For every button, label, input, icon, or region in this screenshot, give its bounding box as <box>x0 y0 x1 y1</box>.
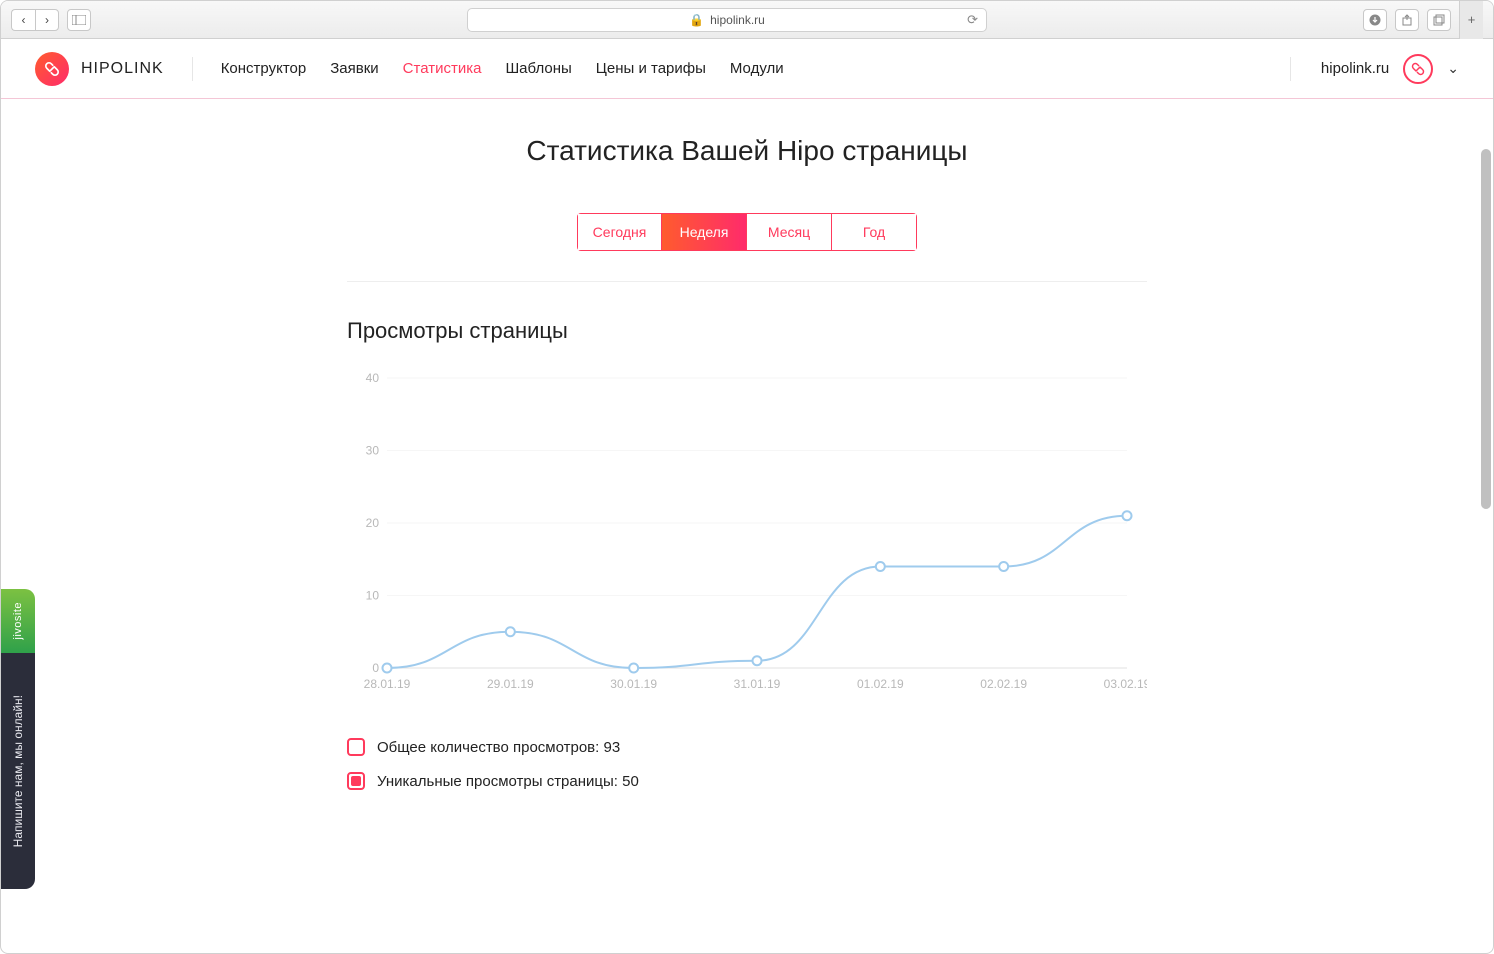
browser-sidebar-button[interactable] <box>67 9 91 31</box>
period-tabs: Сегодня Неделя Месяц Год <box>577 213 917 251</box>
content-area: Статистика Вашей Hipo страницы Сегодня Н… <box>1 99 1493 953</box>
checkbox-filled-icon[interactable] <box>347 772 365 790</box>
views-chart: 0 10 20 30 40 28.01.19 29.01.19 30.01.19 31.01.1… <box>347 368 1147 698</box>
chart-legend: Общее количество просмотров: 93 Уникальн… <box>347 738 1147 790</box>
legend-unique-value: 50 <box>622 773 639 790</box>
page-title: Статистика Вашей Hipo страницы <box>526 135 967 167</box>
jivosite-widget[interactable]: jivosite Напишите нам, мы онлайн! <box>1 589 35 889</box>
legend-unique-label: Уникальные просмотры страницы: <box>377 773 618 790</box>
checkbox-empty-icon[interactable] <box>347 738 365 756</box>
link-icon[interactable] <box>1403 54 1433 84</box>
divider <box>192 57 193 81</box>
reload-icon[interactable]: ⟳ <box>967 12 978 28</box>
lock-icon: 🔒 <box>689 13 704 27</box>
chart-title: Просмотры страницы <box>347 318 1147 344</box>
divider <box>1290 57 1291 81</box>
svg-text:01.02.19: 01.02.19 <box>857 677 904 691</box>
jivosite-brand: jivosite <box>12 602 24 640</box>
jivosite-text: Напишите нам, мы онлайн! <box>11 695 25 847</box>
svg-text:29.01.19: 29.01.19 <box>487 677 534 691</box>
svg-text:31.01.19: 31.01.19 <box>734 677 781 691</box>
browser-url: hipolink.ru <box>710 13 765 27</box>
legend-total-views[interactable]: Общее количество просмотров: 93 <box>347 738 1147 756</box>
browser-download-button[interactable] <box>1363 9 1387 31</box>
svg-text:10: 10 <box>366 589 380 603</box>
nav-statistics[interactable]: Статистика <box>403 60 482 77</box>
period-tab-today[interactable]: Сегодня <box>577 213 662 251</box>
chevron-down-icon[interactable]: ⌄ <box>1447 60 1459 77</box>
site-header: HIPOLINK Конструктор Заявки Статистика Ш… <box>1 39 1493 99</box>
svg-text:03.02.19: 03.02.19 <box>1104 677 1147 691</box>
browser-back-button[interactable]: ‹ <box>11 9 35 31</box>
period-tab-year[interactable]: Год <box>832 213 917 251</box>
nav-constructor[interactable]: Конструктор <box>221 60 307 77</box>
nav-pricing[interactable]: Цены и тарифы <box>596 60 706 77</box>
legend-total-value: 93 <box>604 739 621 756</box>
browser-tabs-button[interactable] <box>1427 9 1451 31</box>
browser-new-tab-button[interactable]: + <box>1459 1 1483 39</box>
browser-share-button[interactable] <box>1395 9 1419 31</box>
legend-unique-views[interactable]: Уникальные просмотры страницы: 50 <box>347 772 1147 790</box>
scrollbar[interactable] <box>1481 149 1491 509</box>
user-domain[interactable]: hipolink.ru <box>1321 60 1389 77</box>
browser-forward-button[interactable]: › <box>35 9 59 31</box>
nav-requests[interactable]: Заявки <box>330 60 378 77</box>
period-tab-week[interactable]: Неделя <box>662 213 747 251</box>
legend-total-label: Общее количество просмотров: <box>377 739 599 756</box>
browser-toolbar: ‹ › 🔒 hipolink.ru ⟳ + <box>1 1 1493 39</box>
logo-icon[interactable] <box>35 52 69 86</box>
svg-text:0: 0 <box>372 661 379 675</box>
svg-text:20: 20 <box>366 516 380 530</box>
main-nav: Конструктор Заявки Статистика Шаблоны Це… <box>221 60 784 77</box>
svg-text:40: 40 <box>366 371 380 385</box>
svg-text:28.01.19: 28.01.19 <box>364 677 411 691</box>
period-tab-month[interactable]: Месяц <box>747 213 832 251</box>
browser-address-bar[interactable]: 🔒 hipolink.ru ⟳ <box>467 8 987 32</box>
brand-name: HIPOLINK <box>81 60 164 78</box>
svg-text:30: 30 <box>366 444 380 458</box>
nav-templates[interactable]: Шаблоны <box>505 60 571 77</box>
svg-text:02.02.19: 02.02.19 <box>980 677 1027 691</box>
svg-text:30.01.19: 30.01.19 <box>610 677 657 691</box>
nav-modules[interactable]: Модули <box>730 60 784 77</box>
divider <box>347 281 1147 282</box>
